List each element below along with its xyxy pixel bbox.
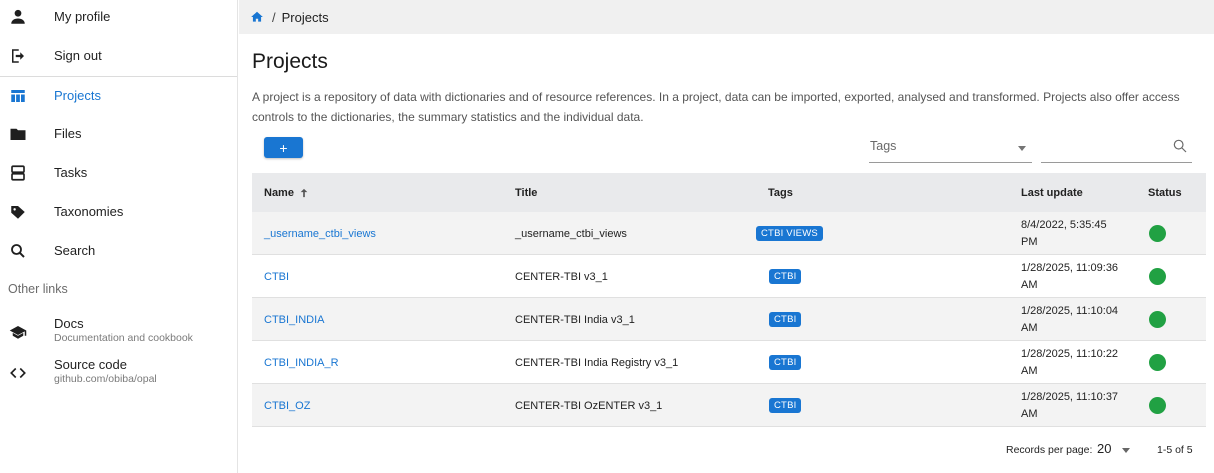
table-row: _username_ctbi_views _username_ctbi_view… (252, 212, 1206, 255)
status-indicator (1149, 268, 1166, 285)
table-header: Name Title Tags Last update Status (252, 173, 1206, 212)
project-tags: CTBI (769, 298, 802, 341)
project-tags: CTBI VIEWS (756, 212, 823, 255)
status-cell (1149, 384, 1166, 427)
sort-arrow-up-icon (299, 188, 309, 198)
person-icon (8, 7, 28, 27)
source-code-link-title: Source code (54, 357, 127, 372)
sidebar-item-label: Taxonomies (54, 204, 124, 219)
column-header-name[interactable]: Name (264, 173, 309, 212)
sidebar-item-label: Sign out (54, 48, 102, 63)
sidebar-item-my-profile[interactable]: My profile (0, 0, 237, 36)
page-description: A project is a repository of data with d… (252, 90, 1180, 124)
column-header-title[interactable]: Title (515, 173, 537, 212)
project-title: _username_ctbi_views (515, 227, 627, 240)
project-name-link[interactable]: CTBI_INDIA (264, 298, 325, 341)
rows-per-page-label: Records per page: (1006, 444, 1093, 456)
sidebar-link-source-code[interactable]: Source code github.com/obiba/opal (0, 353, 237, 393)
sidebar-link-docs[interactable]: Docs Documentation and cookbook (0, 312, 237, 352)
status-indicator (1149, 354, 1166, 371)
sidebar-item-label: My profile (54, 9, 111, 24)
code-icon (8, 363, 28, 383)
breadcrumb: / Projects (239, 0, 1214, 34)
project-title: CENTER-TBI India v3_1 (515, 313, 635, 326)
project-tags: CTBI (769, 255, 802, 298)
status-indicator (1149, 311, 1166, 328)
sidebar-item-tasks[interactable]: Tasks (0, 153, 237, 192)
project-name-link[interactable]: CTBI_OZ (264, 384, 310, 427)
sidebar-item-projects[interactable]: Projects (0, 76, 237, 115)
sidebar-item-files[interactable]: Files (0, 114, 237, 153)
sidebar-item-taxonomies[interactable]: Taxonomies (0, 192, 237, 231)
table-row: CTBI_INDIA_R CENTER-TBI India Registry v… (252, 341, 1206, 384)
table-row: CTBI CENTER-TBI v3_1 CTBI 1/28/2025, 11:… (252, 255, 1206, 298)
page-title: Projects (252, 50, 328, 73)
table-row: CTBI_INDIA CENTER-TBI India v3_1 CTBI 1/… (252, 298, 1206, 341)
project-title: CENTER-TBI OzENTER v3_1 (515, 399, 663, 412)
sidebar-item-search[interactable]: Search (0, 231, 237, 270)
tags-select-placeholder: Tags (870, 139, 897, 153)
table-row: CTBI_OZ CENTER-TBI OzENTER v3_1 CTBI 1/2… (252, 384, 1206, 427)
breadcrumb-current: Projects (281, 9, 329, 25)
tag-badge[interactable]: CTBI VIEWS (756, 226, 823, 241)
project-title: CENTER-TBI v3_1 (515, 270, 608, 283)
status-indicator (1149, 397, 1166, 414)
school-icon (8, 322, 28, 342)
pagination: Records per page: 20 1-5 of 5 (1000, 440, 1206, 460)
project-tags: CTBI (769, 384, 802, 427)
projects-table: Name Title Tags Last update Status _user… (252, 173, 1206, 427)
docs-link-caption: Documentation and cookbook (54, 332, 193, 344)
breadcrumb-separator: / (272, 9, 276, 25)
folder-icon (8, 124, 28, 144)
tasks-icon (8, 163, 28, 183)
column-header-last-update[interactable]: Last update (1021, 173, 1083, 212)
tag-badge[interactable]: CTBI (769, 269, 802, 284)
docs-link-title: Docs (54, 316, 84, 331)
logout-icon (8, 46, 28, 66)
sidebar: My profile Sign out Projects Files Tasks… (0, 0, 238, 473)
tag-badge[interactable]: CTBI (769, 355, 802, 370)
sidebar-item-label: Projects (54, 88, 101, 103)
status-cell (1149, 341, 1166, 384)
project-last-update: 1/28/2025, 11:10:37 AM (1021, 390, 1119, 420)
search-input[interactable] (1041, 136, 1159, 158)
project-title: CENTER-TBI India Registry v3_1 (515, 356, 679, 369)
project-name-link[interactable]: CTBI_INDIA_R (264, 341, 339, 384)
project-name-link[interactable]: CTBI (264, 255, 289, 298)
status-cell (1149, 298, 1166, 341)
column-header-tags[interactable]: Tags (768, 173, 793, 212)
tag-badge[interactable]: CTBI (769, 398, 802, 413)
search-field (1041, 132, 1192, 163)
chevron-down-icon (1018, 146, 1026, 151)
project-last-update: 8/4/2022, 5:35:45 PM (1021, 218, 1107, 248)
sidebar-item-label: Files (54, 126, 82, 141)
project-last-update: 1/28/2025, 11:10:22 AM (1021, 347, 1119, 377)
tag-badge[interactable]: CTBI (769, 312, 802, 327)
sidebar-item-sign-out[interactable]: Sign out (0, 36, 237, 75)
pagination-range: 1-5 of 5 (1157, 444, 1193, 456)
search-icon (8, 241, 28, 261)
project-tags: CTBI (769, 341, 802, 384)
sidebar-item-label: Search (54, 243, 96, 258)
tag-icon (8, 202, 28, 222)
project-last-update: 1/28/2025, 11:10:04 AM (1021, 304, 1119, 334)
search-icon[interactable] (1172, 138, 1188, 154)
tags-select[interactable]: Tags (869, 132, 1032, 163)
chevron-down-icon[interactable] (1122, 448, 1130, 453)
project-last-update: 1/28/2025, 11:09:36 AM (1021, 261, 1119, 291)
add-project-button[interactable]: + (264, 137, 303, 158)
rows-per-page-select[interactable]: 20 (1097, 441, 1111, 456)
source-code-link-caption: github.com/obiba/opal (54, 373, 157, 385)
status-cell (1149, 212, 1166, 255)
status-indicator (1149, 225, 1166, 242)
other-links-header: Other links (8, 282, 68, 296)
project-name-link[interactable]: _username_ctbi_views (264, 212, 376, 255)
sidebar-item-label: Tasks (54, 165, 88, 180)
home-icon[interactable] (250, 10, 264, 24)
table-icon (8, 86, 28, 106)
column-header-status[interactable]: Status (1148, 173, 1182, 212)
status-cell (1149, 255, 1166, 298)
